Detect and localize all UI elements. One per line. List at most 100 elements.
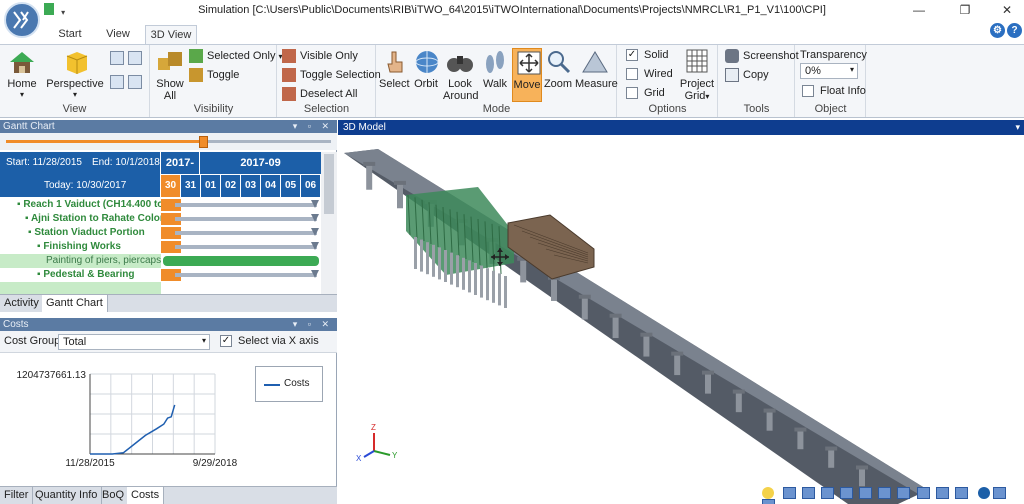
zoom-out-view-icon[interactable]	[128, 51, 146, 69]
task-row[interactable]: Painting of piers, piercaps ar	[0, 254, 161, 268]
3d-scene[interactable]: Z Y X	[338, 135, 1024, 504]
float-info-checkbox[interactable]: Float Info	[802, 85, 866, 103]
solid-checkbox[interactable]: ✓ Solid	[626, 49, 668, 67]
walk-mode-button[interactable]: Walk	[479, 48, 511, 90]
task-row[interactable]: ▪ Finishing Works	[37, 240, 161, 254]
visible-only-button[interactable]: Visible Only	[282, 49, 358, 67]
info-icon[interactable]	[977, 487, 990, 500]
grid-check-box	[626, 87, 638, 100]
screenshot-button[interactable]: Screenshot	[725, 49, 799, 67]
view-icon[interactable]	[935, 487, 949, 500]
view-icon[interactable]	[897, 487, 911, 500]
ribbon-group-label-view: View	[62, 103, 87, 115]
tab-quantity-info[interactable]: Quantity Info	[31, 487, 103, 504]
station-pier	[492, 270, 495, 303]
view-icon[interactable]	[762, 499, 775, 504]
view-icon[interactable]	[878, 487, 892, 500]
wired-check-box	[626, 68, 638, 81]
view-icon[interactable]	[916, 487, 930, 500]
view-icon[interactable]	[821, 487, 835, 500]
cost-group-label: Cost Group:	[4, 335, 64, 347]
transparency-dropdown[interactable]: 0% ▾	[800, 63, 858, 79]
restore-button[interactable]: ❐	[950, 1, 980, 19]
settings-gear-icon[interactable]: ⚙	[990, 23, 1005, 38]
task-bar-track	[175, 217, 317, 221]
app-logo-icon[interactable]	[4, 2, 40, 38]
fit-view-icon[interactable]	[128, 75, 146, 93]
task-bar[interactable]	[161, 240, 321, 254]
gantt-vertical-scrollbar[interactable]	[321, 152, 337, 296]
copy-button[interactable]: Copy	[725, 68, 769, 86]
tab-start[interactable]: Start	[50, 25, 90, 44]
tab-activity[interactable]: Activity	[0, 295, 44, 312]
tab-boq[interactable]: BoQ	[98, 487, 130, 504]
station-pier	[420, 239, 423, 272]
task-row[interactable]: ▪ Pedestal & Bearing	[37, 268, 161, 282]
walk-mode-label: Walk	[482, 78, 508, 90]
select-via-x-checkbox[interactable]: ✓ Select via X axis	[220, 335, 319, 348]
costs-panel-title: Costs	[3, 319, 29, 330]
toggle-visibility-button[interactable]: Toggle	[189, 68, 239, 86]
view-icon[interactable]	[802, 487, 816, 500]
task-progress-bar	[163, 256, 319, 266]
home-button[interactable]: Home ▾	[4, 48, 40, 99]
project-grid-button[interactable]: Project Grid▾	[678, 48, 716, 102]
viewport-menu-icon[interactable]: ▾	[1015, 120, 1020, 135]
task-row[interactable]: ▪ Ajni Station to Rahate Colony	[25, 212, 161, 226]
zoom-in-view-icon[interactable]	[110, 51, 128, 69]
timeline-slider[interactable]	[0, 133, 337, 150]
tab-filter[interactable]: Filter	[0, 487, 34, 504]
view-icon[interactable]	[840, 487, 854, 500]
pan-view-icon[interactable]	[110, 75, 128, 93]
panel-controls-icon[interactable]: ▾ ▫ ✕	[293, 318, 333, 331]
view-icon[interactable]	[954, 487, 968, 500]
task-bar[interactable]	[161, 198, 321, 212]
select-mode-button[interactable]: Select	[379, 48, 410, 90]
task-bar-track	[175, 245, 317, 249]
wired-checkbox[interactable]: Wired	[626, 68, 673, 86]
3d-model-viewport[interactable]: 3D Model ▾ Z Y X	[338, 120, 1024, 504]
scroll-thumb[interactable]	[324, 154, 334, 214]
panel-controls-icon[interactable]: ▾ ▫ ✕	[293, 120, 333, 133]
gantt-day: 30	[161, 175, 180, 197]
help-icon[interactable]: ?	[1007, 23, 1022, 38]
move-mode-button[interactable]: Move	[512, 48, 542, 102]
minimize-button[interactable]: —	[904, 1, 934, 19]
tab-gantt-chart[interactable]: Gantt Chart	[42, 295, 108, 312]
task-bar[interactable]	[161, 268, 321, 282]
gantt-day: 02	[221, 175, 240, 197]
selected-only-button[interactable]: Selected Only ▾	[189, 49, 283, 67]
tab-view[interactable]: View	[98, 25, 138, 44]
ribbon-tab-row: Start View 3D View ⚙ ?	[0, 22, 1024, 44]
slider-fill	[6, 140, 204, 143]
slider-thumb[interactable]	[199, 136, 208, 148]
view-icon[interactable]	[859, 487, 873, 500]
light-icon[interactable]	[762, 487, 774, 500]
close-button[interactable]: ✕	[992, 1, 1022, 19]
show-all-button[interactable]: Show All	[153, 48, 187, 102]
ribbon-group-label-object: Object	[814, 103, 847, 115]
view-icon[interactable]	[783, 487, 797, 500]
perspective-button[interactable]: Perspective ▾	[46, 48, 104, 99]
tab-3d-view[interactable]: 3D View	[145, 25, 197, 44]
task-bar-track	[175, 203, 317, 207]
task-row[interactable]: ▪ Station Viaduct Portion	[28, 226, 161, 240]
axis-triad-icon: Z Y X	[356, 423, 398, 463]
task-bar-track	[175, 273, 317, 277]
cost-group-dropdown[interactable]: Total ▾	[58, 334, 210, 350]
toggle-selection-button[interactable]: Toggle Selection	[282, 68, 381, 86]
chart-legend: Costs	[255, 366, 323, 402]
move-arrows-icon	[513, 49, 545, 77]
zoom-mode-button[interactable]: Zoom	[543, 48, 573, 90]
task-bar[interactable]	[161, 226, 321, 240]
measure-mode-button[interactable]: Measure	[575, 48, 618, 90]
orbit-mode-button[interactable]: Orbit	[411, 48, 441, 90]
look-around-mode-button[interactable]: Look Around	[443, 48, 478, 102]
station-pier	[414, 237, 417, 269]
task-bar[interactable]	[161, 212, 321, 226]
task-bar[interactable]	[161, 254, 321, 268]
tab-costs[interactable]: Costs	[127, 487, 165, 504]
task-row[interactable]: ▪ Reach 1 Vaiduct (CH14.400 to Cl	[17, 198, 161, 212]
triangle-ruler-icon	[579, 48, 611, 76]
view-icon[interactable]	[992, 487, 1006, 500]
